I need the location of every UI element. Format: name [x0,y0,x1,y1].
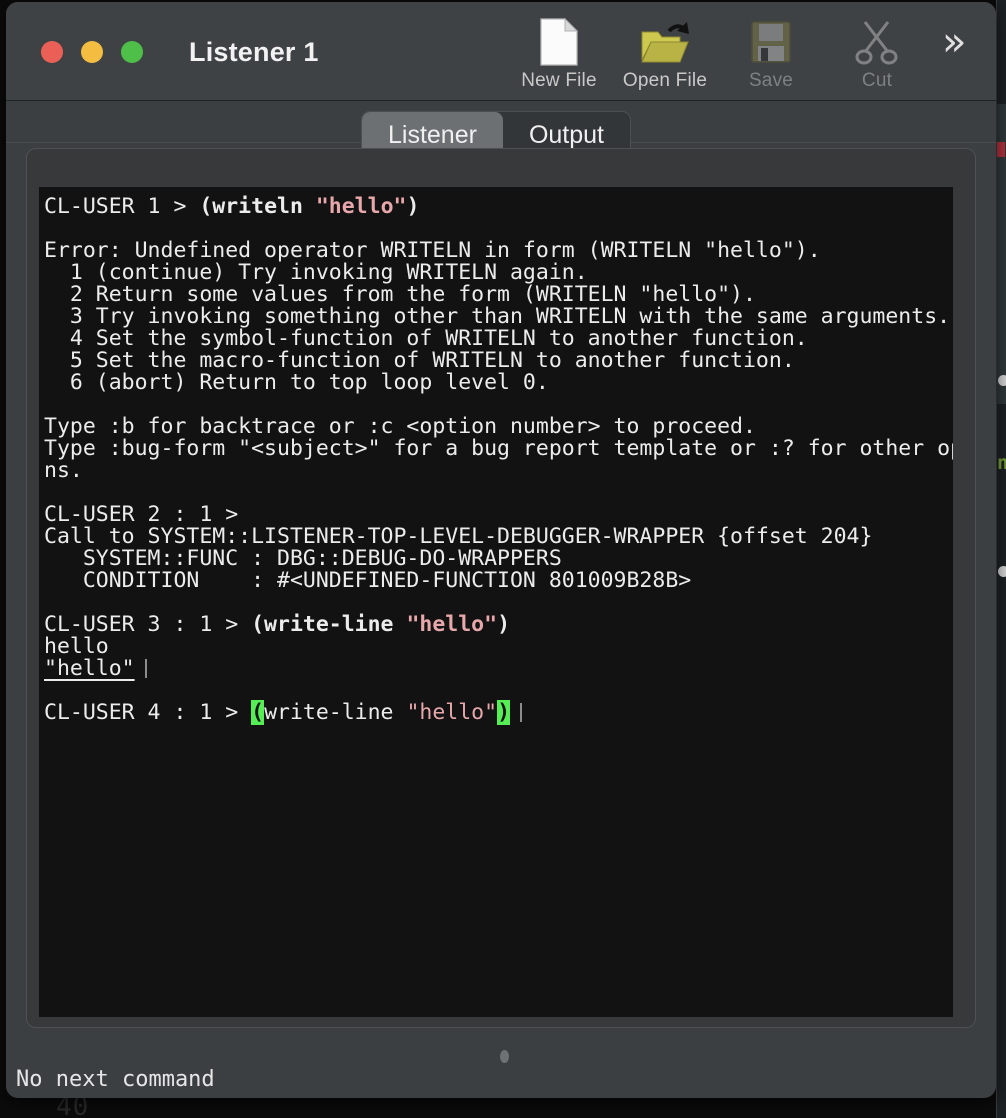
terminal-span: CONDITION : #<UNDEFINED-FUNCTION 801009B… [44,568,692,593]
terminal-span: "hello" [406,612,498,637]
save-button[interactable]: Save [718,10,824,92]
minimize-window-button[interactable] [81,41,103,63]
terminal-span: ) [406,194,420,219]
terminal-span: "hello" [406,700,498,725]
terminal-line: ns. [44,460,953,482]
terminal-span: Type :bug-form "<subject>" for a bug rep… [44,436,953,461]
maximize-window-button[interactable] [121,41,143,63]
terminal-span: "hello" [44,656,135,681]
terminal-span: write-line [264,700,407,725]
new-file-label: New File [521,70,597,91]
terminal-line: CONDITION : #<UNDEFINED-FUNCTION 801009B… [44,570,953,592]
close-window-button[interactable] [41,41,63,63]
terminal-line: CL-USER 4 : 1 > (write-line "hello") [44,700,953,725]
terminal-span: CL-USER 1 > [44,194,200,219]
cut-label: Cut [861,70,893,91]
terminal-span: ( [251,700,265,725]
terminal-text: CL-USER 1 > (writeln "hello") Error: Und… [44,196,953,725]
terminal-line: Type :b for backtrace or :c <option numb… [44,416,953,438]
save-label: Save [748,70,794,91]
terminal-line: CL-USER 3 : 1 > (write-line "hello") [44,614,953,636]
open-folder-icon [639,16,691,68]
status-message: No next command [16,1066,215,1092]
terminal-line: Type :bug-form "<subject>" for a bug rep… [44,438,953,460]
text-cursor [144,659,147,678]
terminal-span: CL-USER 4 : 1 > [44,700,252,725]
terminal-span: "hello" [315,194,407,219]
background-window-sliver[interactable]: n [996,0,1006,1118]
terminal-line: "hello" [44,658,953,680]
terminal-line: 3 Try invoking something other than WRIT… [44,306,953,328]
desktop-background: n 40 Listener 1 New File Open File Save … [0,0,1006,1118]
terminal-line: CL-USER 2 : 1 > [44,504,953,526]
terminal-line: 4 Set the symbol-function of WRITELN to … [44,328,953,350]
terminal-line: 2 Return some values from the form (WRIT… [44,284,953,306]
open-file-button[interactable]: Open File [612,10,718,92]
new-file-button[interactable]: New File [506,10,612,92]
terminal-span: (writeln [199,194,316,219]
listener-terminal[interactable]: CL-USER 1 > (writeln "hello") Error: Und… [39,187,953,1017]
new-file-icon [539,16,579,68]
terminal-line: Call to SYSTEM::LISTENER-TOP-LEVEL-DEBUG… [44,526,953,548]
terminal-line: 5 Set the macro-function of WRITELN to a… [44,350,953,372]
listener-panel: CL-USER 1 > (writeln "hello") Error: Und… [26,148,976,1028]
terminal-line: 1 (continue) Try invoking WRITELN again. [44,262,953,284]
terminal-span: ) [497,700,511,725]
toolbar-overflow-icon[interactable]: » [942,22,966,62]
text-cursor [520,703,523,722]
terminal-span: ) [497,612,511,637]
terminal-line: SYSTEM::FUNC : DBG::DEBUG-DO-WRAPPERS [44,548,953,570]
window-controls [41,41,143,63]
scissors-icon [855,16,899,68]
terminal-line: CL-USER 1 > (writeln "hello") [44,196,953,218]
listener-window: Listener 1 New File Open File Save Cut »… [6,2,996,1098]
window-title: Listener 1 [189,37,319,67]
background-handle-dot[interactable] [998,566,1006,577]
background-handle-dot[interactable] [998,375,1006,386]
cut-button[interactable]: Cut [824,10,930,92]
background-window-green-text: n [997,452,1006,474]
terminal-span: 6 (abort) Return to top loop level 0. [44,370,549,395]
floppy-disk-icon [749,16,793,68]
status-bar: No next command [6,1060,996,1098]
terminal-line: 6 (abort) Return to top loop level 0. [44,372,953,394]
terminal-span: (write-line [251,612,407,637]
terminal-line: Error: Undefined operator WRITELN in for… [44,240,953,262]
window-titlebar: Listener 1 New File Open File Save Cut » [6,2,996,101]
toolbar: New File Open File Save Cut [506,10,930,92]
open-file-label: Open File [622,70,708,91]
background-window-marker [997,142,1005,157]
terminal-line: hello [44,636,953,658]
